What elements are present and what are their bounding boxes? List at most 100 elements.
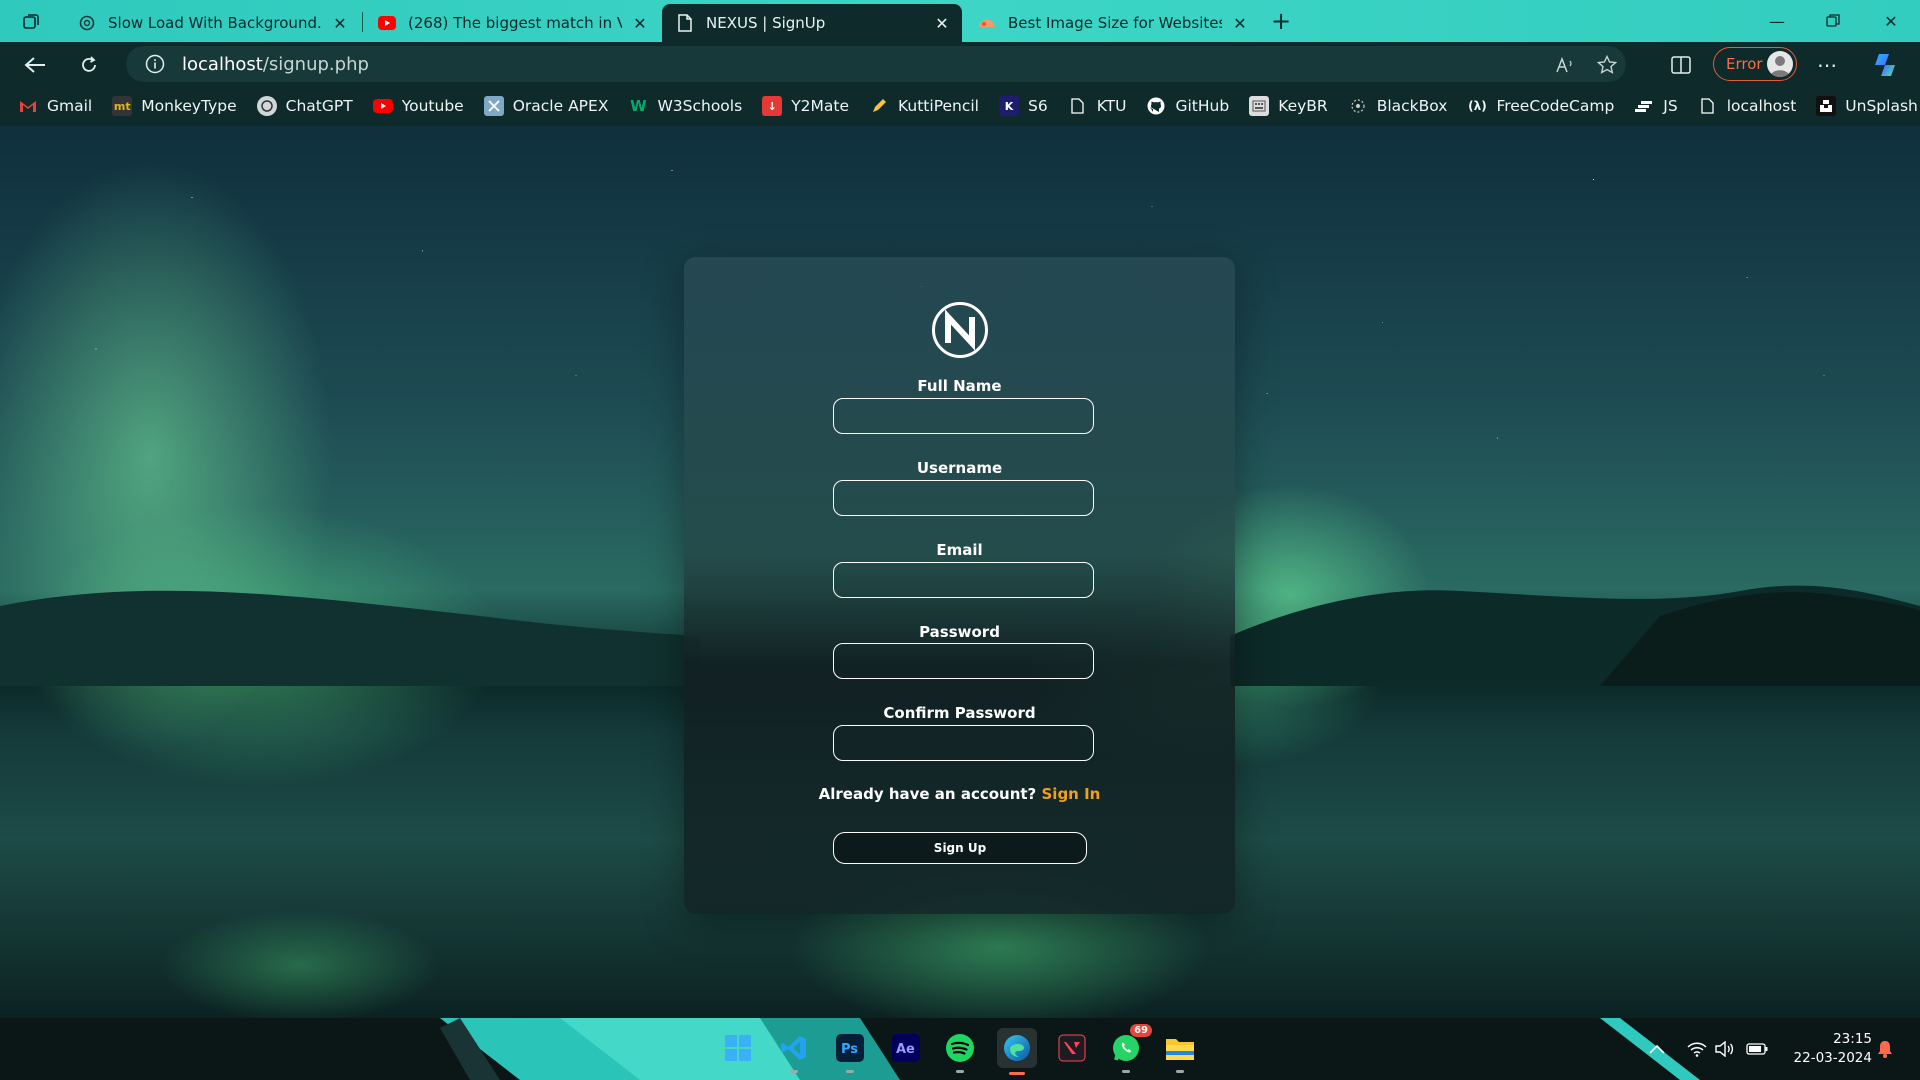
bookmark-chatgpt[interactable]: ChatGPT [256,96,353,116]
bookmark-localhost[interactable]: localhost [1698,96,1796,116]
full-name-input[interactable] [833,398,1094,434]
bookmark-blackbox[interactable]: BlackBox [1348,96,1447,116]
bookmark-keybr[interactable]: KeyBR [1249,96,1328,116]
restore-icon[interactable] [1820,8,1846,34]
tab-title: NEXUS | SignUp [706,14,826,32]
bookmarks-bar: Gmail mt MonkeyType ChatGPT Youtube Orac… [0,86,1920,126]
valorant-icon[interactable] [1054,1030,1090,1066]
tab-actions-icon[interactable] [18,8,46,34]
pencil-icon [869,96,889,116]
split-screen-icon[interactable] [1666,50,1696,80]
navigation-bar: localhost/signup.php Error ⋯ [0,42,1920,86]
tab-nexus-signup[interactable]: NEXUS | SignUp ✕ [662,4,962,42]
file-explorer-icon[interactable] [1162,1030,1198,1073]
bookmark-y2mate[interactable]: ↓ Y2Mate [762,96,849,116]
photoshop-icon[interactable]: Ps [832,1030,868,1073]
password-label: Password [919,623,1000,641]
battery-icon[interactable] [1746,1038,1768,1060]
wifi-icon[interactable] [1686,1038,1708,1060]
notification-badge: 69 [1130,1024,1152,1037]
bookmark-w3schools[interactable]: W W3Schools [628,96,742,116]
username-label: Username [916,459,1003,477]
running-indicator [1176,1070,1184,1073]
active-indicator [1009,1072,1025,1075]
bookmark-s6[interactable]: K S6 [998,96,1048,116]
bookmark-unsplash[interactable]: UnSplash [1816,96,1918,116]
read-aloud-icon[interactable] [1552,52,1578,78]
bookmark-label: KeyBR [1278,97,1328,115]
close-window-icon[interactable]: ✕ [1878,8,1904,34]
whatsapp-icon[interactable]: 69 [1108,1024,1152,1073]
close-icon[interactable]: ✕ [932,13,952,33]
bookmark-label: W3Schools [657,97,743,115]
bookmark-label: Y2Mate [791,97,850,115]
bookmark-youtube[interactable]: Youtube [372,96,464,116]
bookmark-monkeytype[interactable]: mt MonkeyType [112,96,237,116]
bookmark-label: MonkeyType [141,97,237,115]
after-effects-icon[interactable]: Ae [888,1030,924,1066]
new-tab-icon[interactable]: + [1268,7,1294,35]
apex-icon [483,96,504,116]
bookmark-kuttipencil[interactable]: KuttiPencil [869,96,979,116]
bookmark-label: KTU [1096,97,1127,115]
page-background: Full Name Username Email Password Confir… [0,126,1920,1018]
github-icon [1146,96,1166,116]
password-input[interactable] [833,643,1094,679]
info-icon[interactable] [144,53,166,75]
close-icon[interactable]: ✕ [630,13,650,33]
signin-link[interactable]: Sign In [1042,785,1101,803]
bookmark-js[interactable]: JS [1634,96,1678,116]
bookmark-freecodecamp[interactable]: (λ) FreeCodeCamp [1467,96,1614,116]
k-icon: K [998,96,1019,116]
document-icon [1068,96,1088,116]
svg-text:Ps: Ps [841,1042,858,1057]
bookmark-label: ChatGPT [285,97,353,115]
back-icon[interactable] [20,50,50,80]
close-icon[interactable]: ✕ [1230,13,1250,33]
js-icon [1634,96,1654,116]
openai-icon [78,14,96,32]
document-icon [1698,96,1718,116]
w3schools-icon: W [630,97,647,115]
close-icon[interactable]: ✕ [330,13,350,33]
copilot-icon[interactable] [1870,50,1900,80]
confirm-password-input[interactable] [833,725,1094,761]
refresh-icon[interactable] [74,50,104,80]
notification-bell-icon[interactable] [1874,1038,1896,1060]
spotify-icon[interactable] [942,1030,978,1073]
volume-icon[interactable] [1714,1038,1736,1060]
windows-start-icon[interactable] [720,1030,756,1066]
chevron-up-icon[interactable] [1646,1038,1668,1060]
full-name-label: Full Name [917,377,1002,395]
minimize-icon[interactable]: — [1764,8,1790,34]
running-indicator [1122,1070,1130,1073]
clock-date: 22-03-2024 [1793,1050,1872,1066]
bookmark-github[interactable]: GitHub [1146,96,1229,116]
more-options-icon[interactable]: ⋯ [1812,50,1842,80]
bookmark-ktu[interactable]: KTU [1068,96,1127,116]
freecodecamp-icon: (λ) [1468,99,1487,113]
tab-slow-load[interactable]: Slow Load With Background. ✕ [64,4,360,42]
system-clock[interactable]: 23:15 22-03-2024 [1782,1030,1872,1068]
email-input[interactable] [833,562,1094,598]
email-label: Email [936,541,983,559]
favorite-star-icon[interactable] [1594,52,1620,78]
download-icon: ↓ [762,96,783,116]
username-input[interactable] [833,480,1094,516]
signup-card: Full Name Username Email Password Confir… [684,257,1235,914]
bookmark-label: KuttiPencil [898,97,979,115]
bookmark-oracle-apex[interactable]: Oracle APEX [483,96,608,116]
document-icon [676,14,694,32]
signup-button[interactable]: Sign Up [833,832,1087,864]
bookmark-gmail[interactable]: Gmail [18,96,92,116]
bookmark-label: GitHub [1175,97,1230,115]
address-bar[interactable]: localhost/signup.php [126,46,1626,82]
tab-youtube[interactable]: (268) The biggest match in Valor ✕ [364,4,660,42]
url-path: /signup.php [262,53,369,75]
tab-best-image-size[interactable]: Best Image Size for Websites: Dir ✕ [964,4,1260,42]
edge-icon[interactable] [997,1028,1037,1075]
profile-error-button[interactable]: Error [1713,47,1797,81]
running-indicator [956,1070,964,1073]
bookmark-label: S6 [1027,97,1048,115]
vscode-icon[interactable] [776,1030,812,1073]
